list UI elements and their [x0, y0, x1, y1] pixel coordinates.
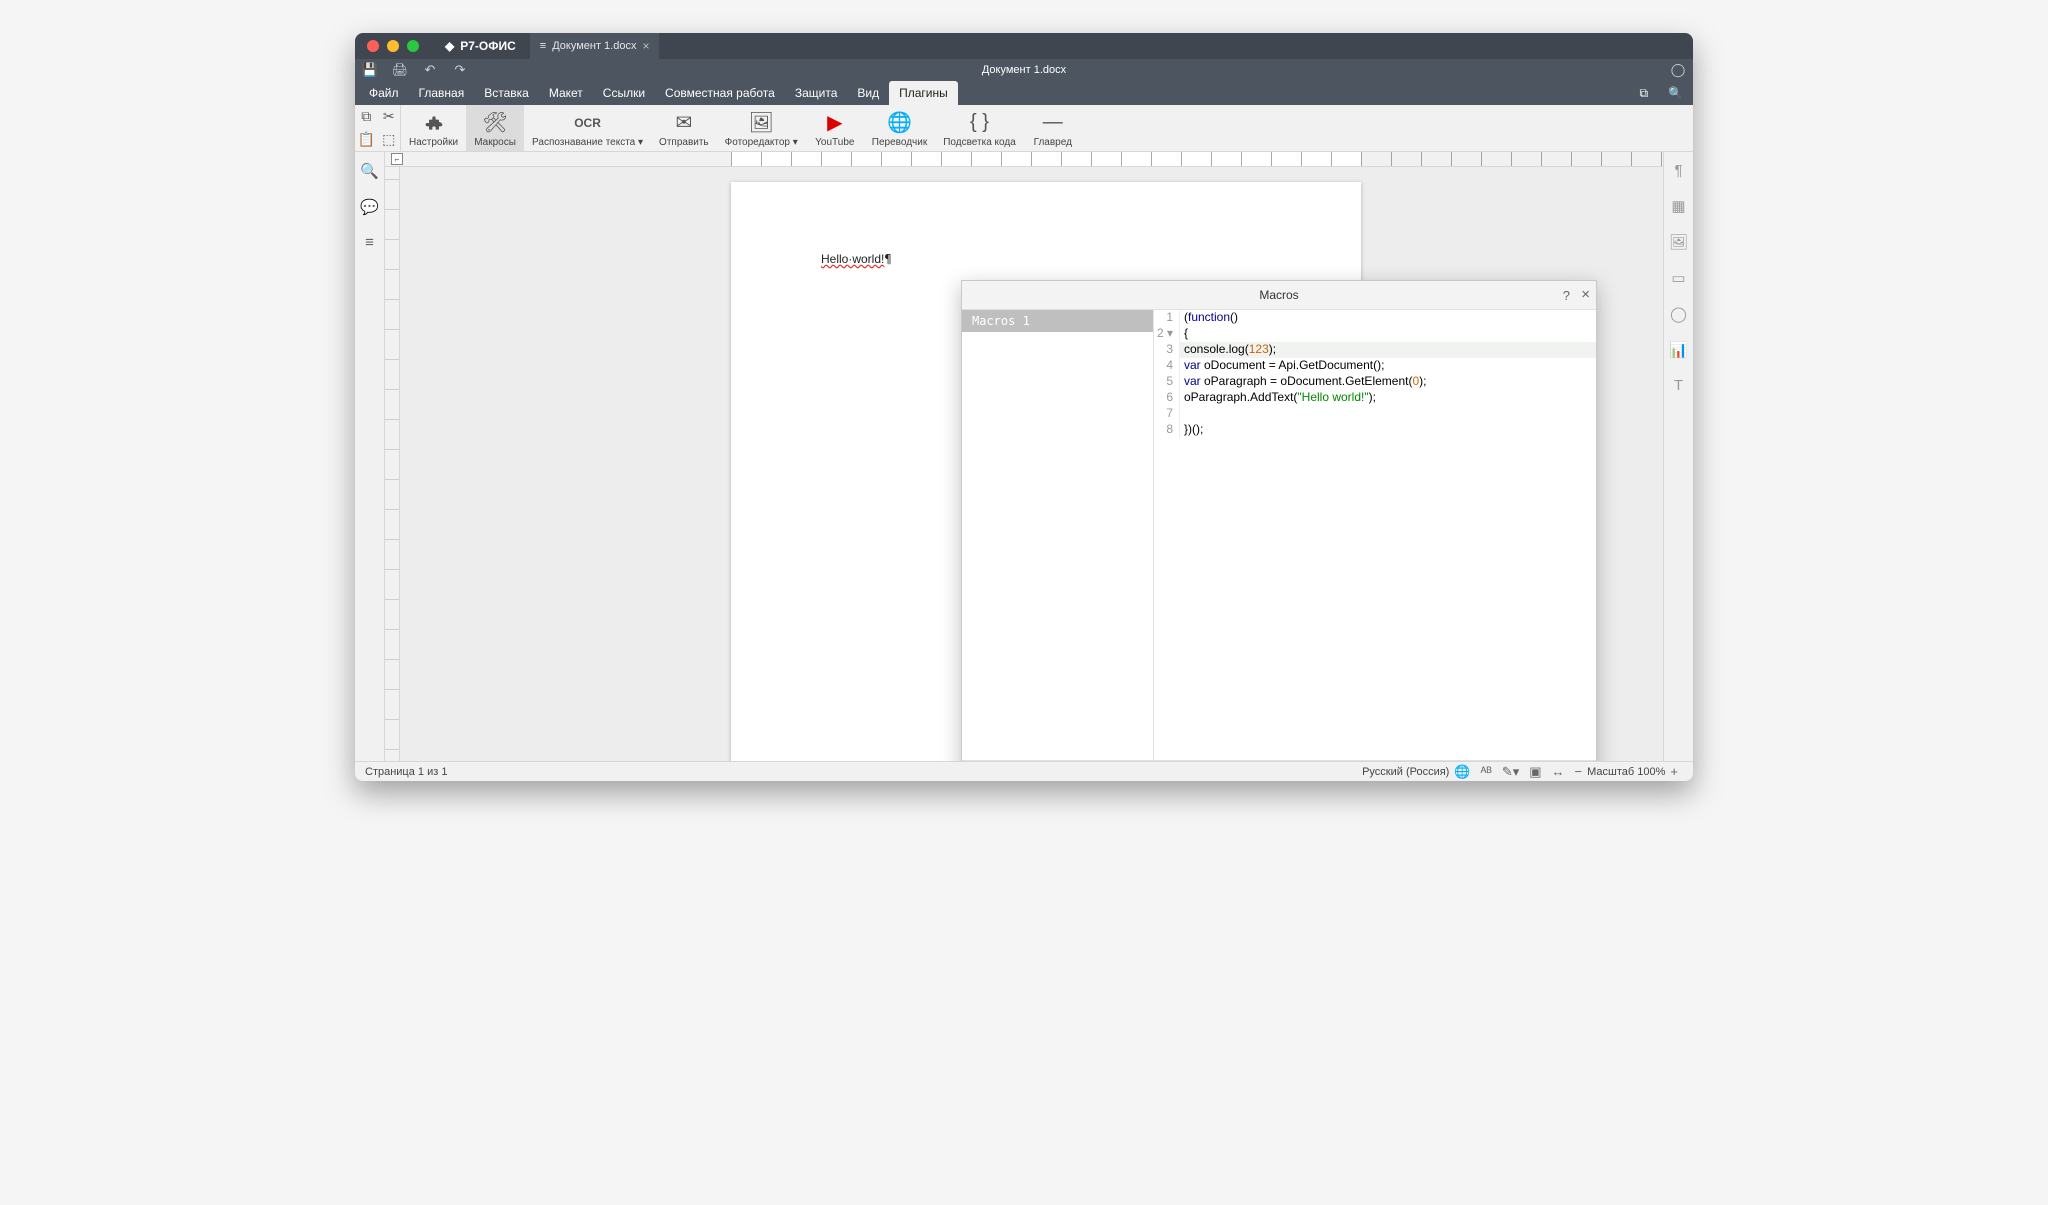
document-area: ⌐ Hello·world!¶ Macros ? × Macr	[385, 152, 1663, 761]
track-changes-icon[interactable]: ✎▾	[1502, 764, 1519, 780]
ocr-icon: OCR	[574, 111, 601, 135]
doc-title: Документ 1.docx	[982, 64, 1066, 76]
menu-insert[interactable]: Вставка	[474, 81, 539, 105]
braces-icon: { }	[970, 111, 989, 135]
minimize-window-icon[interactable]	[387, 40, 399, 52]
plugin-glavred[interactable]: — Главред	[1024, 105, 1082, 151]
save-icon[interactable]: 💾	[355, 59, 385, 81]
titlebar: ◆ Р7-ОФИС ≡ Документ 1.docx ×	[355, 33, 1693, 59]
fit-width-icon[interactable]: ↔	[1552, 764, 1565, 779]
dialog-titlebar[interactable]: Macros ? ×	[962, 281, 1596, 309]
select-all-icon[interactable]: ⬚	[378, 128, 401, 151]
open-location-icon[interactable]: ⧉	[1629, 81, 1658, 105]
vertical-ruler[interactable]	[385, 167, 400, 761]
pencil-line-icon: —	[1043, 111, 1063, 135]
menu-collaboration[interactable]: Совместная работа	[655, 81, 785, 105]
document-text[interactable]: Hello·world!¶	[821, 252, 892, 266]
plugin-photoeditor[interactable]: 🖼 Фоторедактор ▾	[717, 105, 806, 151]
body: 🔍 💬 ≡ ⌐ Hello·world!¶ Macros ? ×	[355, 152, 1693, 761]
menu-view[interactable]: Вид	[847, 81, 889, 105]
fit-page-icon[interactable]: ▣	[1529, 764, 1541, 780]
spellcheck-icon[interactable]: ᴬᴮ	[1481, 764, 1492, 779]
plugin-translator[interactable]: 🌐 Переводчик	[864, 105, 935, 151]
pilcrow-icon: ¶	[884, 252, 891, 266]
cut-icon[interactable]: ✂	[378, 105, 401, 128]
zoom-in-icon[interactable]: +	[1670, 764, 1678, 779]
paste-icon[interactable]: 📋	[355, 128, 378, 151]
doc-tab-label: Документ 1.docx	[552, 40, 636, 52]
app-window: ◆ Р7-ОФИС ≡ Документ 1.docx × 💾 🖨 ↶ ↷ До…	[355, 33, 1693, 781]
image-edit-icon: 🖼	[749, 111, 774, 135]
globe-icon[interactable]: 🌐	[1454, 764, 1470, 780]
document-tab[interactable]: ≡ Документ 1.docx ×	[530, 33, 660, 59]
paragraph-icon[interactable]: ¶	[1674, 162, 1682, 179]
puzzle-icon	[424, 111, 444, 135]
tab-align-icon[interactable]: ⌐	[391, 153, 403, 165]
print-icon[interactable]: 🖨	[385, 59, 415, 81]
copy-icon[interactable]: ⧉	[355, 105, 378, 128]
redo-icon[interactable]: ↷	[445, 59, 475, 81]
quick-access-bar: 💾 🖨 ↶ ↷ Документ 1.docx ◯	[355, 59, 1693, 81]
menu-references[interactable]: Ссылки	[593, 81, 655, 105]
comments-icon[interactable]: 💬	[360, 198, 379, 216]
plugin-send[interactable]: ✉ Отправить	[651, 105, 717, 151]
menu-layout[interactable]: Макет	[539, 81, 593, 105]
text-content: Hello·world!	[821, 252, 884, 266]
menu-protection[interactable]: Защита	[785, 81, 848, 105]
dialog-title: Macros	[1259, 288, 1298, 302]
help-icon[interactable]: ?	[1563, 288, 1570, 303]
undo-icon[interactable]: ↶	[415, 59, 445, 81]
right-sidebar: ¶ ▦ 🖼 ▭ ◯ 📊 T	[1663, 152, 1693, 761]
app-brand-tab[interactable]: ◆ Р7-ОФИС	[431, 33, 530, 59]
doc-icon: ≡	[540, 40, 546, 52]
close-tab-icon[interactable]: ×	[642, 39, 649, 53]
tools-icon: 🛠	[482, 111, 507, 135]
close-icon[interactable]: ×	[1581, 286, 1590, 303]
header-icon[interactable]: ▭	[1671, 269, 1685, 287]
brand-label: Р7-ОФИС	[460, 39, 516, 53]
left-sidebar: 🔍 💬 ≡	[355, 152, 385, 761]
find-icon[interactable]: 🔍	[360, 162, 379, 180]
image-icon[interactable]: 🖼	[1669, 233, 1688, 251]
menu-plugins[interactable]: Плагины	[889, 81, 958, 105]
search-icon[interactable]: 🔍	[1658, 81, 1693, 105]
ribbon: ⧉ ✂ 📋 ⬚ Настройки 🛠 Макросы OCR Распозна…	[355, 105, 1693, 152]
close-window-icon[interactable]	[367, 40, 379, 52]
menubar: Файл Главная Вставка Макет Ссылки Совмес…	[355, 81, 1693, 105]
user-icon[interactable]: ◯	[1663, 59, 1693, 81]
plugin-macros[interactable]: 🛠 Макросы	[466, 105, 524, 151]
table-icon[interactable]: ▦	[1671, 197, 1685, 215]
headings-icon[interactable]: ≡	[365, 234, 374, 251]
code-editor[interactable]: 1(function()2 ▾{3console.log(123);4var o…	[1154, 310, 1596, 760]
youtube-icon: ▶	[827, 111, 842, 135]
chart-icon[interactable]: 📊	[1669, 341, 1688, 359]
macros-dialog: Macros ? × Macros 1 1(function()2 ▾{3con…	[961, 280, 1597, 761]
plugin-ocr[interactable]: OCR Распознавание текста ▾	[524, 105, 651, 151]
shape-icon[interactable]: ◯	[1670, 305, 1687, 323]
macros-list-item[interactable]: Macros 1	[962, 310, 1153, 332]
translate-icon: 🌐	[887, 111, 912, 135]
maximize-window-icon[interactable]	[407, 40, 419, 52]
zoom-status[interactable]: Масштаб 100%	[1587, 766, 1665, 778]
plugin-settings[interactable]: Настройки	[401, 105, 466, 151]
textart-icon[interactable]: T	[1674, 377, 1683, 394]
plugin-highlight[interactable]: { } Подсветка кода	[935, 105, 1024, 151]
clipboard-group: ⧉ ✂ 📋 ⬚	[355, 105, 401, 151]
plugin-youtube[interactable]: ▶ YouTube	[806, 105, 864, 151]
page-status[interactable]: Страница 1 из 1	[365, 766, 447, 778]
status-bar: Страница 1 из 1 Русский (Россия) 🌐 ᴬᴮ ✎▾…	[355, 761, 1693, 781]
envelope-icon: ✉	[675, 111, 692, 135]
brand-logo-icon: ◆	[445, 39, 454, 53]
menu-file[interactable]: Файл	[359, 81, 409, 105]
macros-list: Macros 1	[962, 310, 1154, 760]
horizontal-ruler[interactable]: ⌐	[385, 152, 1663, 167]
menu-home[interactable]: Главная	[409, 81, 475, 105]
language-status[interactable]: Русский (Россия)	[1362, 766, 1449, 778]
zoom-out-icon[interactable]: −	[1575, 764, 1583, 779]
window-controls	[367, 40, 419, 52]
